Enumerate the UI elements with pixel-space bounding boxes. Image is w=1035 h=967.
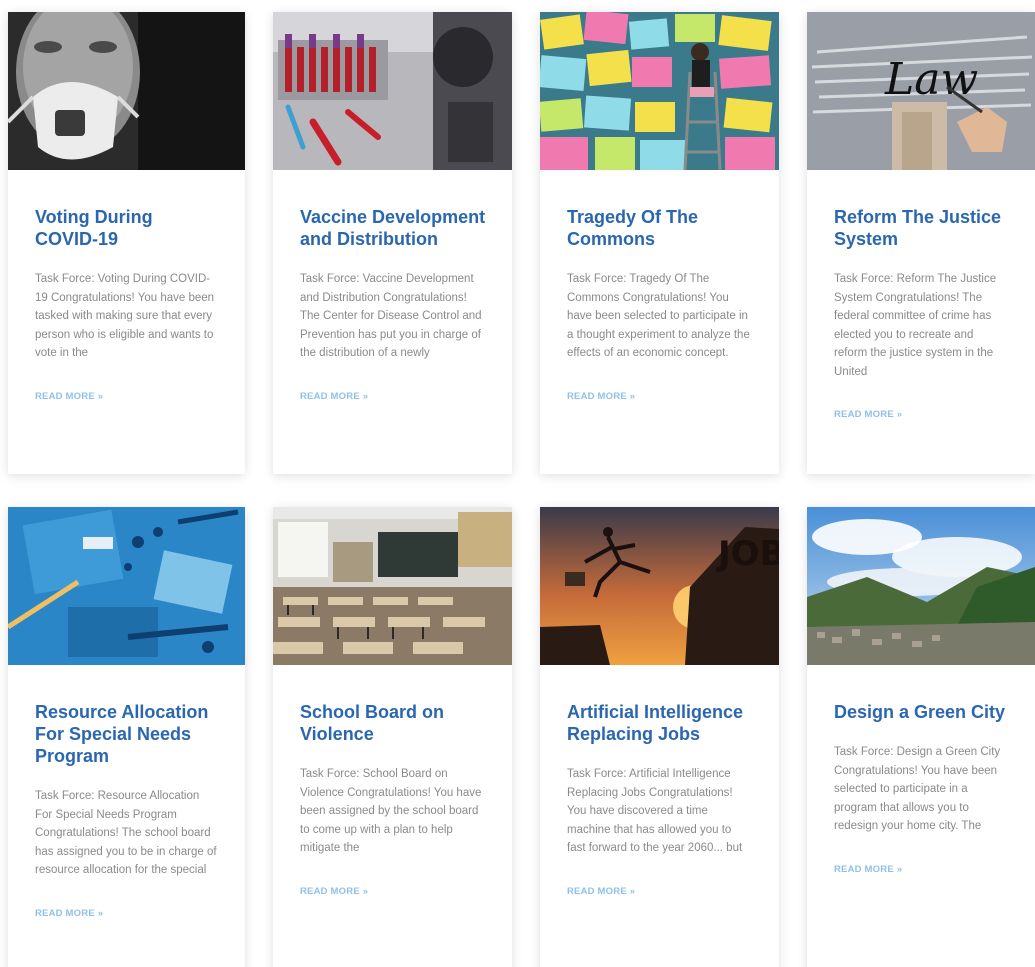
read-more-link[interactable]: READ MORE » [834,409,902,420]
post-excerpt: Task Force: School Board on Violence Con… [300,768,482,854]
post-thumbnail-mask[interactable] [8,12,245,170]
read-more-link[interactable]: READ MORE » [567,886,635,897]
green-city-image [807,507,1035,665]
post-title[interactable]: Voting During COVID-19 [35,206,219,250]
sticky-notes-image [540,12,779,170]
post-card[interactable]: Law Reform The Justice System Task Force… [807,12,1035,474]
post-thumbnail-job-jump[interactable]: JOB [540,507,779,665]
read-more-link[interactable]: READ MORE » [300,391,368,402]
job-sign-text: JOB [716,534,779,574]
post-thumbnail-supplies[interactable] [8,507,245,665]
classroom-image [273,507,512,665]
post-card[interactable]: School Board on Violence Task Force: Sch… [273,507,512,967]
post-card[interactable]: Design a Green City Task Force: Design a… [807,507,1035,967]
post-excerpt: Task Force: Resource Allocation For Spec… [35,790,217,876]
read-more-link[interactable]: READ MORE » [35,391,103,402]
post-excerpt: Task Force: Reform The Justice System Co… [834,273,997,378]
post-thumbnail-sticky-notes[interactable] [540,12,779,170]
post-excerpt: Task Force: Voting During COVID-19 Congr… [35,273,215,359]
post-grid: Voting During COVID-19 Task Force: Votin… [0,0,1035,967]
post-excerpt: Task Force: Design a Green City Congratu… [834,746,1001,832]
law-image: Law [807,12,1035,170]
post-excerpt: Task Force: Vaccine Development and Dist… [300,273,482,359]
lab-image [273,12,512,170]
job-jump-image: JOB [540,507,779,665]
supplies-image [8,507,245,665]
post-thumbnail-classroom[interactable] [273,507,512,665]
post-title[interactable]: Resource Allocation For Special Needs Pr… [35,701,219,767]
post-card[interactable]: Voting During COVID-19 Task Force: Votin… [8,12,245,474]
post-thumbnail-green-city[interactable] [807,507,1035,665]
post-title[interactable]: Reform The Justice System [834,206,1009,250]
post-title[interactable]: School Board on Violence [300,701,486,745]
post-title[interactable]: Artificial Intelligence Replacing Jobs [567,701,753,745]
read-more-link[interactable]: READ MORE » [35,908,103,919]
post-title[interactable]: Design a Green City [834,701,1009,723]
post-card[interactable]: Resource Allocation For Special Needs Pr… [8,507,245,967]
post-card[interactable]: JOB Artificial Intelligence Replacing Jo… [540,507,779,967]
post-card[interactable]: Vaccine Development and Distribution Tas… [273,12,512,474]
read-more-link[interactable]: READ MORE » [300,886,368,897]
post-thumbnail-lab[interactable] [273,12,512,170]
mask-image [8,12,245,170]
post-title[interactable]: Tragedy Of The Commons [567,206,753,250]
post-excerpt: Task Force: Tragedy Of The Commons Congr… [567,273,750,359]
post-title[interactable]: Vaccine Development and Distribution [300,206,486,250]
read-more-link[interactable]: READ MORE » [834,864,902,875]
post-thumbnail-law[interactable]: Law [807,12,1035,170]
read-more-link[interactable]: READ MORE » [567,391,635,402]
post-card[interactable]: Tragedy Of The Commons Task Force: Trage… [540,12,779,474]
post-excerpt: Task Force: Artificial Intelligence Repl… [567,768,743,854]
